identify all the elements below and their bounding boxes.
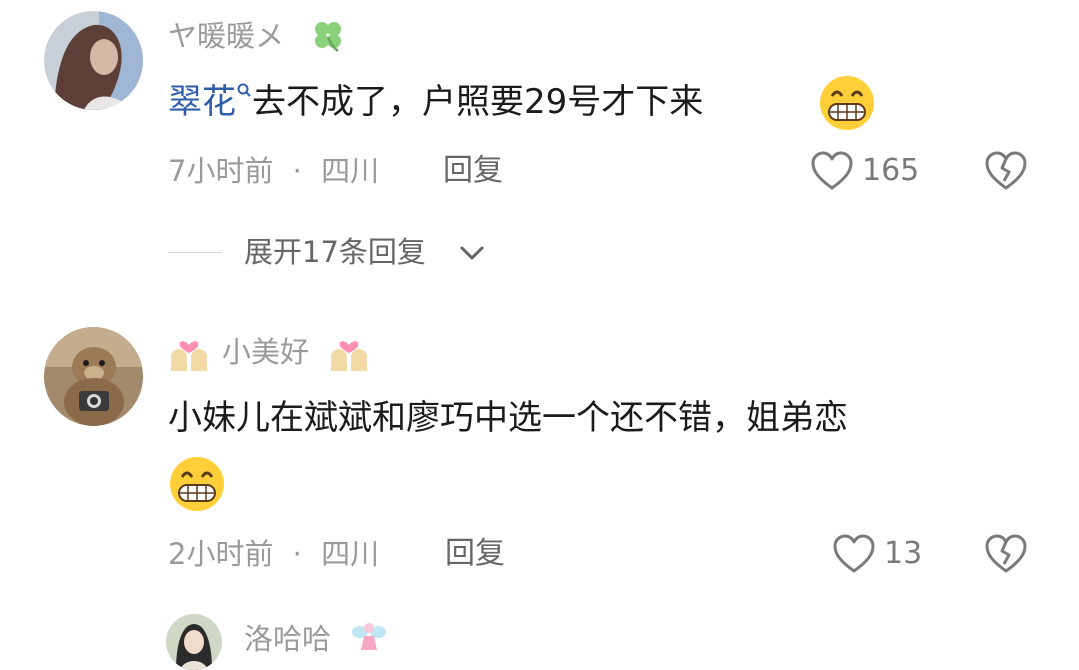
chevron-down-icon[interactable] [458,242,486,264]
expand-replies-button[interactable]: 展开17条回复 [244,234,426,270]
comment-username[interactable]: 小美好 [222,334,309,370]
like-heart-icon[interactable] [832,534,876,574]
grinning-face-icon [168,455,226,513]
comment-text: 翠花 去不成了，户照要29号才下来 [168,80,703,124]
avatar[interactable] [44,327,143,426]
mention-link[interactable]: 翠花 [168,82,236,122]
couple-heart-icon [328,333,370,371]
meta-separator: · [292,154,302,188]
like-heart-icon[interactable] [810,151,854,191]
search-icon [236,82,252,100]
comment-meta: 7小时前 · 四川 [168,153,379,189]
comment-time: 7小时前 [168,154,274,188]
meta-separator: · [292,537,302,571]
grinning-face-icon [818,74,876,132]
couple-heart-icon [168,333,210,371]
like-count: 13 [884,536,923,571]
reply-button[interactable]: 回复 [443,153,503,189]
avatar[interactable] [166,614,222,670]
reply-button[interactable]: 回复 [445,536,505,572]
comment-time: 2小时前 [168,537,274,571]
comment-location: 四川 [321,537,380,571]
like-count: 165 [862,153,920,188]
comment-username[interactable]: ヤ暖暖メ [168,18,284,54]
fairy-icon [349,616,389,656]
four-leaf-clover-icon [310,17,346,53]
avatar[interactable] [44,11,143,110]
comment-body: 小妹儿在斌斌和廖巧中选一个还不错，姐弟恋 [168,398,848,438]
comment-location: 四川 [321,154,380,188]
expand-divider [168,252,222,253]
comment-meta: 2小时前 · 四川 [168,536,379,572]
comment-body: 去不成了，户照要29号才下来 [252,82,704,122]
expand-replies-label: 展开17条回复 [244,235,426,269]
comment-username[interactable]: 洛哈哈 [244,621,331,657]
dislike-broken-heart-icon[interactable] [984,534,1028,574]
dislike-broken-heart-icon[interactable] [984,151,1028,191]
